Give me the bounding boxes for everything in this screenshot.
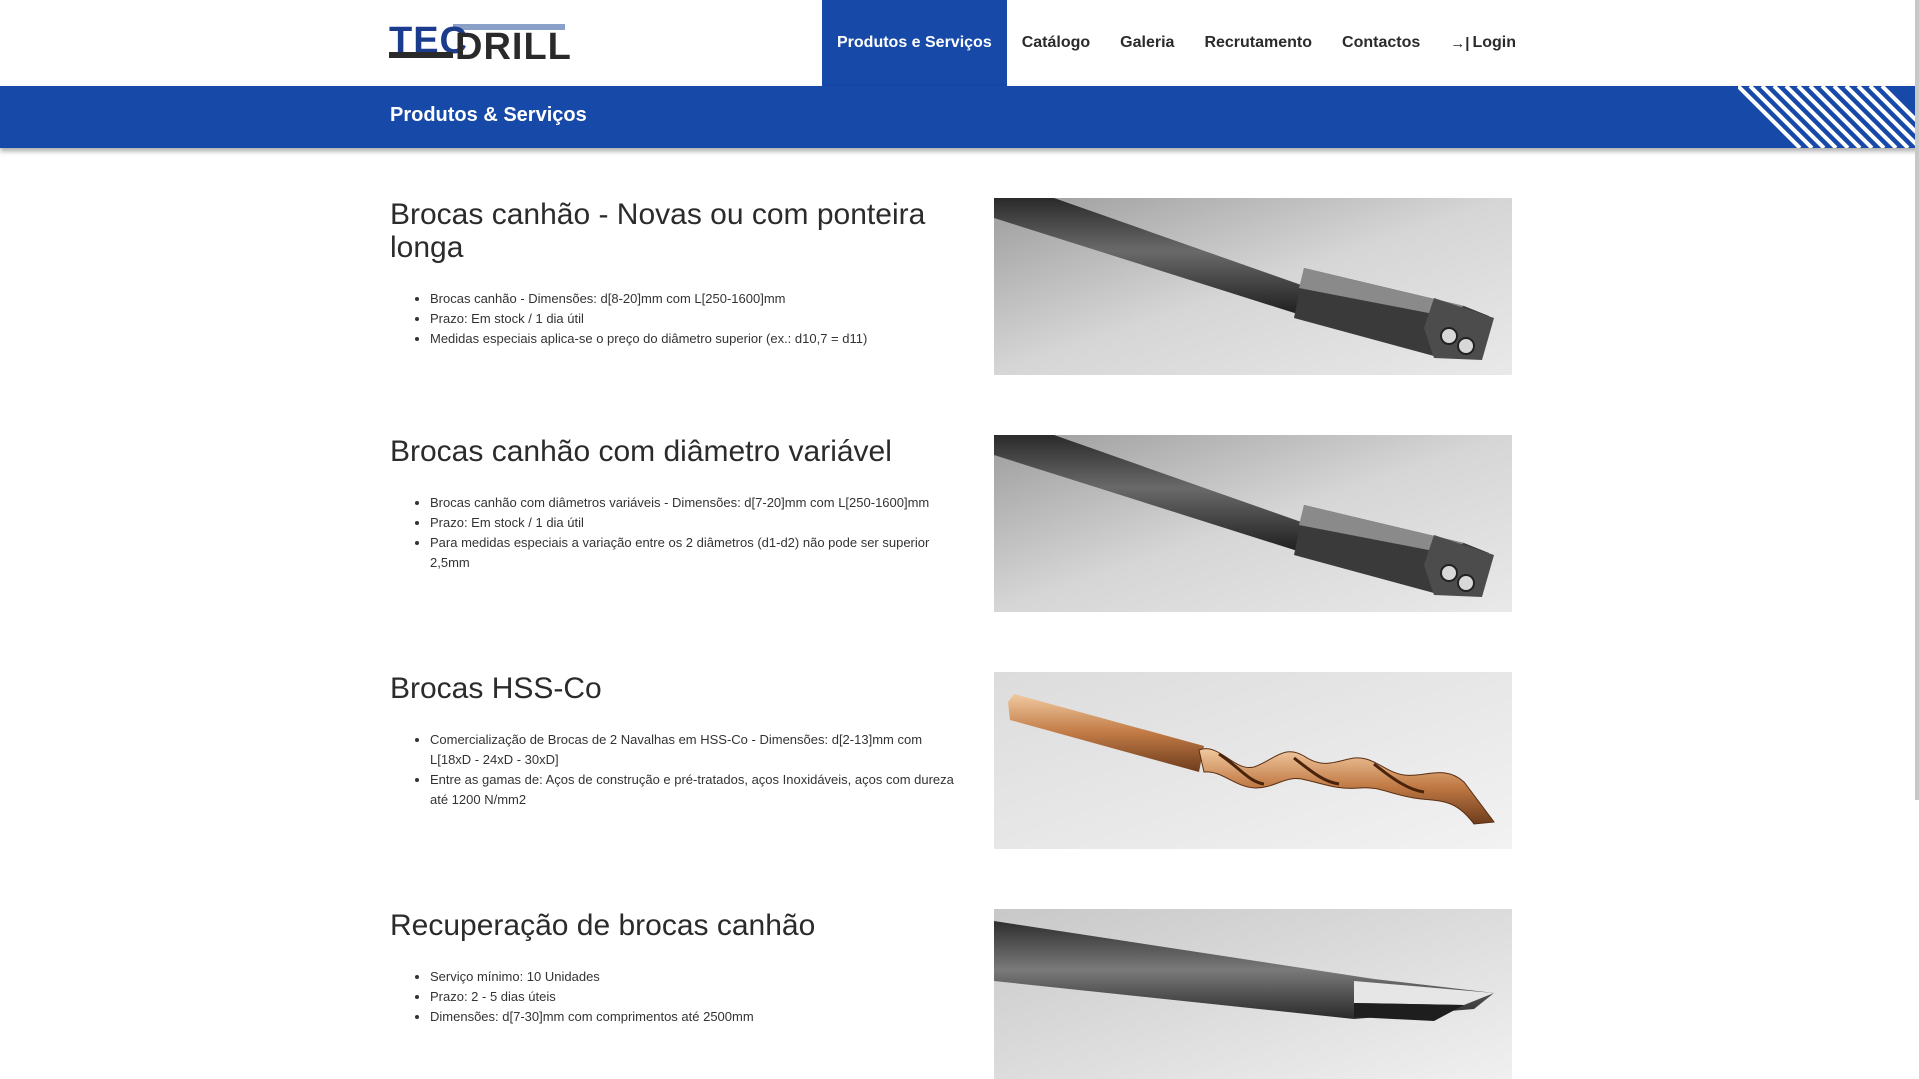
logo-underline-bar — [389, 52, 453, 58]
section-title: Brocas canhão - Novas ou com ponteira lo… — [390, 198, 926, 264]
list-item: Prazo: Em stock / 1 dia útil — [430, 309, 960, 329]
top-navbar: TEC DRILL Produtos e Serviços Catálogo G… — [0, 0, 1919, 86]
nav-item-login[interactable]: →| Login — [1435, 0, 1531, 86]
section-title: Brocas canhão com diâmetro variável — [390, 435, 892, 468]
section-feature-list: Brocas canhão - Dimensões: d[8-20]mm com… — [390, 289, 960, 349]
section-title: Recuperação de brocas canhão — [390, 909, 816, 942]
list-item: Prazo: Em stock / 1 dia útil — [430, 513, 960, 533]
gun-drill-photo — [994, 435, 1512, 612]
gun-drill-tip-photo — [994, 909, 1512, 1079]
list-item: Medidas especiais aplica-se o preço do d… — [430, 329, 960, 349]
login-label: Login — [1472, 34, 1516, 51]
nav-item-contactos[interactable]: Contactos — [1327, 0, 1435, 86]
product-section-diametro-variavel: Brocas canhão com diâmetro variável Broc… — [390, 435, 1512, 612]
logo-text-drill: DRILL — [455, 26, 572, 68]
list-item: Brocas canhão - Dimensões: d[8-20]mm com… — [430, 289, 960, 309]
nav-item-catalogo[interactable]: Catálogo — [1007, 0, 1105, 86]
list-item: Entre as gamas de: Aços de construção e … — [430, 770, 960, 810]
page-title-banner: Produtos & Serviços — [0, 86, 1919, 148]
nav-item-galeria[interactable]: Galeria — [1105, 0, 1189, 86]
section-feature-list: Brocas canhão com diâmetros variáveis - … — [390, 493, 960, 573]
list-item: Para medidas especiais a variação entre … — [430, 533, 960, 573]
section-feature-list: Serviço mínimo: 10 Unidades Prazo: 2 - 5… — [390, 967, 960, 1027]
tecdrill-logo[interactable]: TEC DRILL — [389, 22, 571, 66]
section-feature-list: Comercialização de Brocas de 2 Navalhas … — [390, 730, 960, 810]
nav-item-produtos-servicos[interactable]: Produtos e Serviços — [822, 0, 1007, 86]
list-item: Brocas canhão com diâmetros variáveis - … — [430, 493, 960, 513]
product-section-recuperacao: Recuperação de brocas canhão Serviço mín… — [390, 909, 1512, 1079]
list-item: Dimensões: d[7-30]mm com comprimentos at… — [430, 1007, 960, 1027]
list-item: Comercialização de Brocas de 2 Navalhas … — [430, 730, 960, 770]
page-title: Produtos & Serviços — [390, 104, 587, 126]
list-item: Prazo: 2 - 5 dias úteis — [430, 987, 960, 1007]
sign-in-icon: →| — [1450, 34, 1470, 52]
product-section-brocas-canhao: Brocas canhão - Novas ou com ponteira lo… — [390, 198, 1512, 375]
hss-co-drill-photo — [994, 672, 1512, 849]
page-scrollbar[interactable] — [1915, 0, 1919, 800]
gun-drill-photo — [994, 198, 1512, 375]
nav-item-recrutamento[interactable]: Recrutamento — [1189, 0, 1327, 86]
main-nav: Produtos e Serviços Catálogo Galeria Rec… — [822, 0, 1531, 86]
list-item: Serviço mínimo: 10 Unidades — [430, 967, 960, 987]
section-title: Brocas HSS-Co — [390, 672, 602, 705]
diagonal-stripes-decoration — [1738, 86, 1919, 148]
product-section-hss-co: Brocas HSS-Co Comercialização de Brocas … — [390, 672, 1512, 849]
